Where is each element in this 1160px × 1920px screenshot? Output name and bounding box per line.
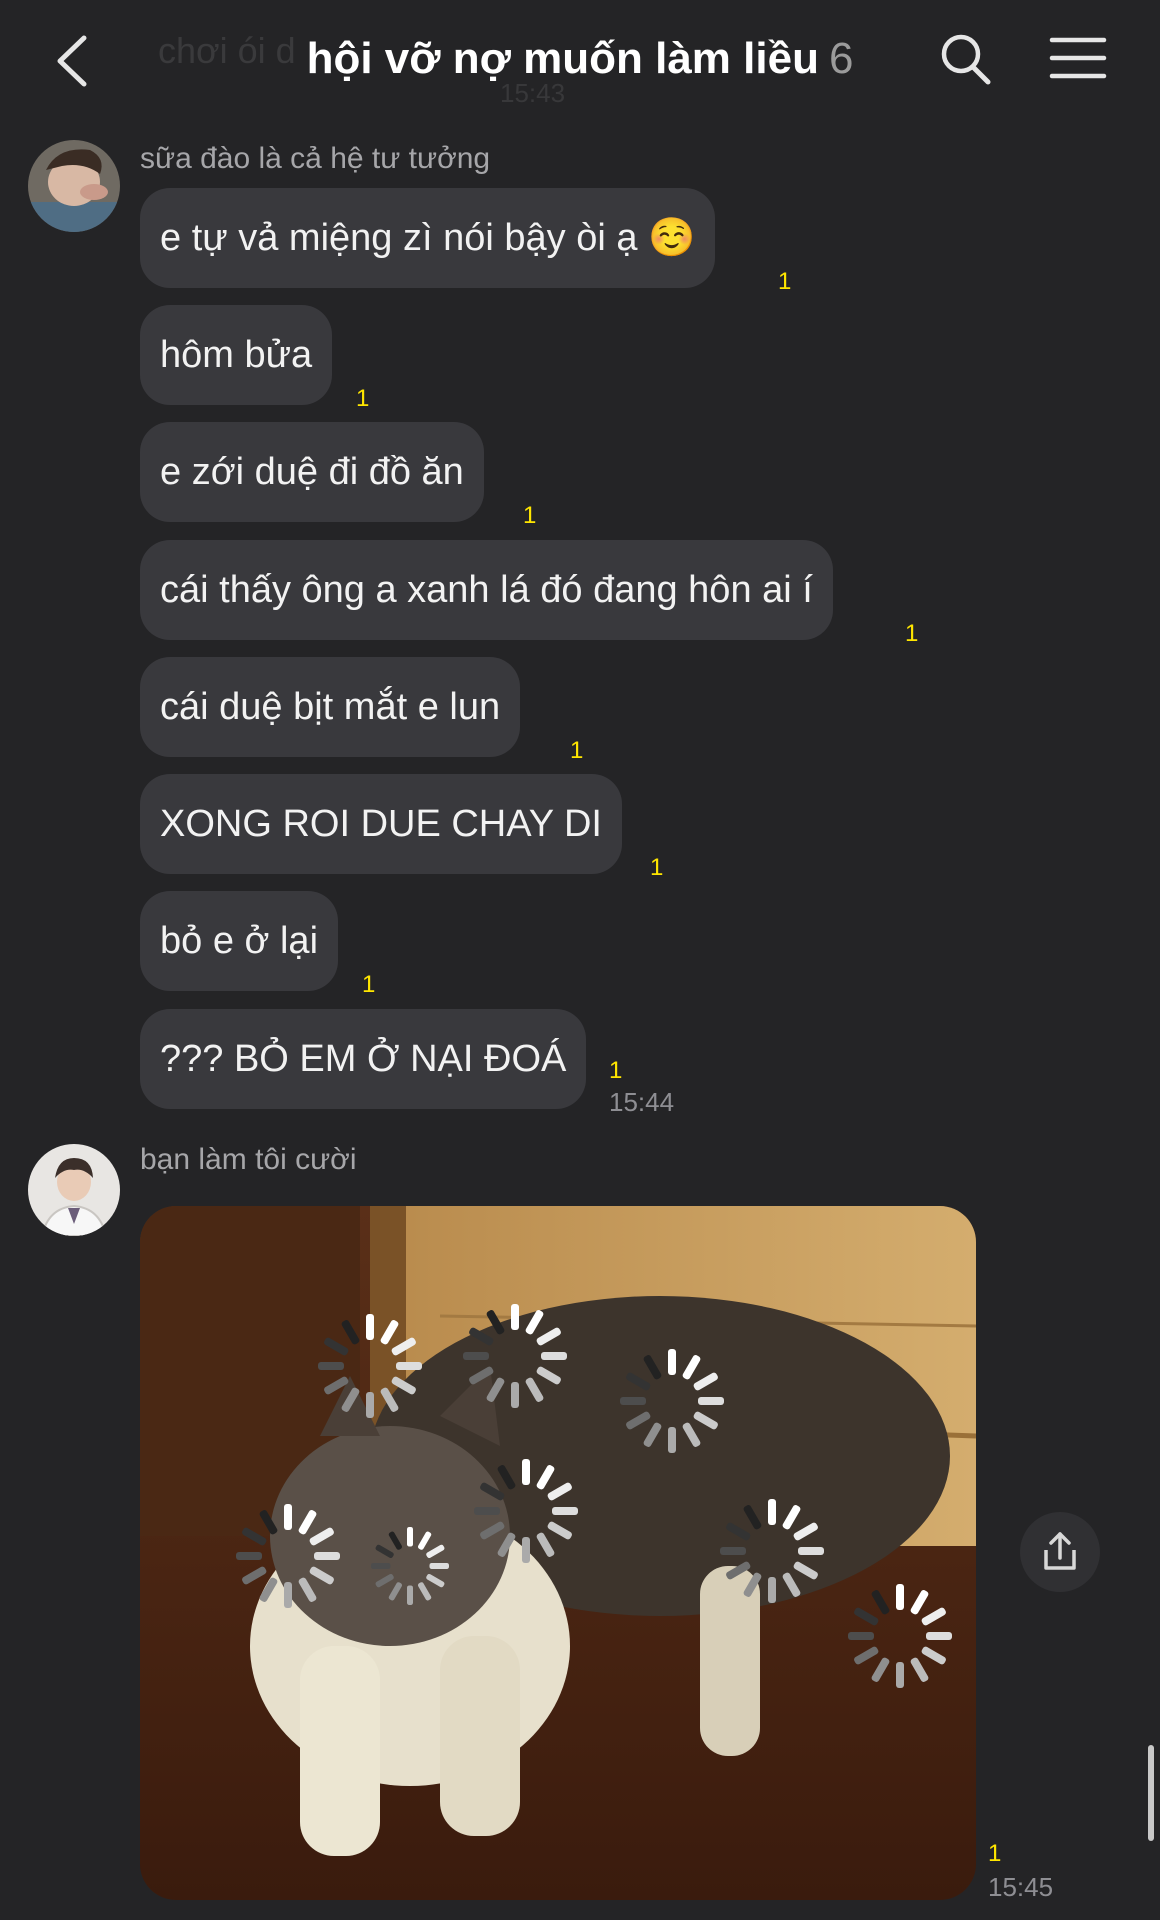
chat-title-text: hội vỡ nợ muốn làm liều — [306, 34, 819, 83]
menu-button[interactable] — [1048, 34, 1108, 84]
member-count: 6 — [828, 34, 854, 83]
message-time: 15:45 — [988, 1872, 1054, 1902]
search-icon — [941, 34, 991, 85]
message-bubble[interactable]: e zới duệ đi đồ ăn — [140, 422, 484, 522]
profile-photo-icon — [28, 140, 120, 232]
message-bubble[interactable]: ??? BỎ EM Ở NẠI ĐOÁ — [140, 1009, 587, 1109]
unread-count: 1 — [650, 854, 664, 881]
message-time: 15:44 — [609, 1087, 675, 1117]
message-bubble[interactable]: hôm bửa — [140, 305, 333, 405]
photo-icon — [140, 1206, 976, 1900]
unread-count: 1 — [570, 737, 584, 764]
avatar[interactable] — [28, 140, 120, 232]
message-bubble[interactable]: e tự vả miệng zì nói bậy òi ạ ☺️ — [140, 188, 716, 288]
unread-count: 1 — [523, 502, 537, 529]
message-bubble[interactable]: XONG ROI DUE CHAY DI — [140, 774, 622, 874]
unread-count: 1 — [778, 268, 792, 295]
unread-count: 1 — [609, 1057, 623, 1084]
profile-photo-icon — [28, 1144, 120, 1236]
share-button[interactable] — [1020, 1512, 1100, 1592]
search-button[interactable] — [938, 30, 994, 90]
share-icon — [1044, 1532, 1076, 1570]
unread-count: 1 — [905, 620, 919, 647]
chat-header: chơi ói d 15:43 hội vỡ nợ muốn làm liều 6 — [0, 0, 1160, 120]
message-bubble[interactable]: bỏ e ở lại — [140, 891, 339, 991]
message-bubble[interactable]: cái thấy ông a xanh lá đó đang hôn ai í — [140, 540, 833, 640]
hamburger-menu-icon — [1049, 37, 1107, 79]
avatar[interactable] — [28, 1144, 120, 1236]
image-message[interactable] — [140, 1206, 976, 1900]
scrollbar[interactable] — [1148, 1745, 1154, 1841]
unread-count: 1 — [362, 971, 376, 998]
message-bubble[interactable]: cái duệ bịt mắt e lun — [140, 657, 521, 757]
unread-count: 1 — [356, 385, 370, 412]
sender-name: sữa đào là cả hệ tư tưởng — [140, 142, 491, 175]
sender-name: bạn làm tôi cười — [140, 1143, 357, 1176]
unread-count: 1 — [988, 1840, 1002, 1867]
